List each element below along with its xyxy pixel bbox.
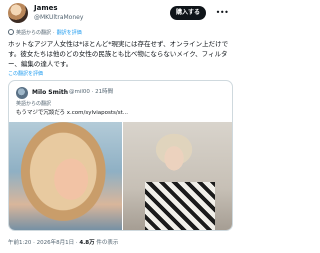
views-label: 件の表示 [94,240,119,246]
author-name[interactable]: James [34,4,58,13]
rate-translation-link[interactable]: 翻訳を評価 [57,30,82,36]
avatar[interactable] [8,3,28,23]
quote-author-name[interactable]: Milo Smith [32,88,68,97]
quoted-tweet[interactable]: Milo Smith @mil00 · 21時間 英語からの翻訳 もうマジで冗談… [8,80,233,231]
translation-note: 英語からの翻訳 · 翻訳を評価 [8,29,82,37]
tweet-meta: 午前1:20 · 2026年8月1日 · 4.8万 件の表示 [8,239,118,247]
quote-text: もうマジで冗談だろ x.com/sylviaposts/st... [16,110,129,116]
quote-translation-note: 英語からの翻訳 [16,101,52,107]
tweet-header: James @MKUltraMoney 購入する ••• [8,3,234,25]
rate-translation-link[interactable]: この翻訳を評価 [8,70,43,78]
quote-photo-left[interactable] [9,122,122,230]
more-icon[interactable]: ••• [215,8,229,18]
quote-author-handle[interactable]: @mil00 · 21時間 [69,88,113,97]
tweet-text: ホットなアジア人女性は*ほとんど*現実には存在せず、オンライン上だけです。彼女た… [8,40,229,68]
quote-photo-right[interactable] [123,122,232,230]
quote-avatar[interactable] [16,87,28,99]
views-count: 4.8万 [79,240,95,246]
translation-label: 英語からの翻訳 [16,30,52,36]
author-handle[interactable]: @MKUltraMoney [34,13,83,22]
timestamp[interactable]: 午前1:20 · 2026年8月1日 · [8,240,79,246]
globe-icon [8,29,14,35]
follow-button[interactable]: 購入する [170,6,206,20]
